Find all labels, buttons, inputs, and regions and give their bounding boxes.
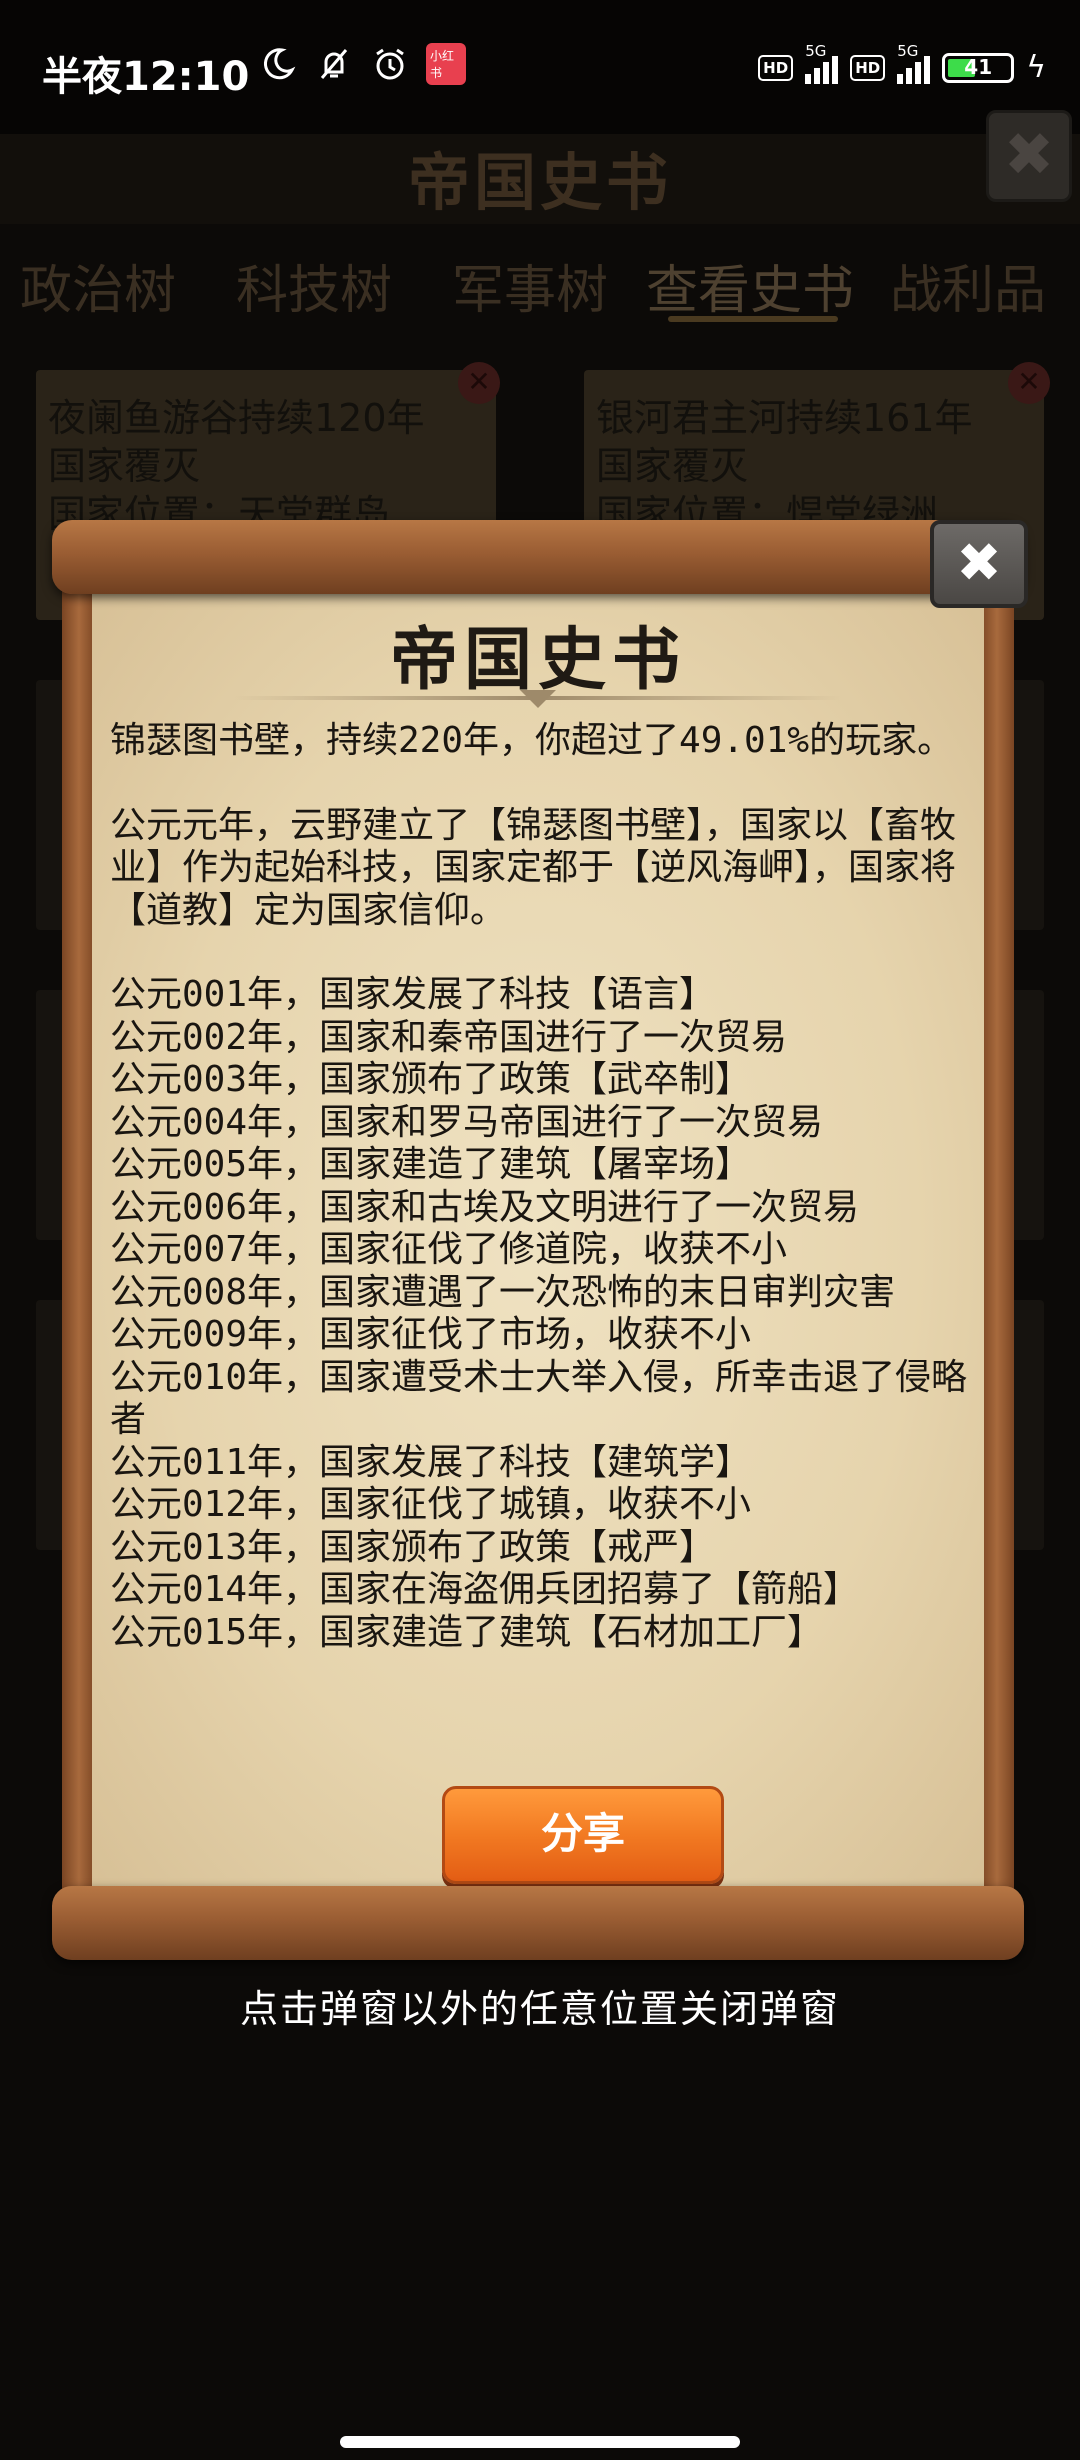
bell-off-icon (314, 44, 354, 84)
history-event: 公元014年，国家在海盗佣兵团招募了【箭船】 (110, 1569, 860, 1610)
tab-loot[interactable]: 战利品 (890, 248, 1046, 323)
card-line: 国家覆灭 (596, 444, 749, 488)
status-bar: 半夜12:10 小红书 HD 5G HD 5G 41 ϟ (0, 0, 1080, 134)
charging-icon: ϟ (1026, 50, 1046, 85)
history-summary: 锦瑟图书壁，持续220年，你超过了49.01%的玩家。 (110, 720, 954, 761)
delete-icon[interactable]: ✕ (1008, 362, 1050, 404)
scroll-rod (62, 560, 96, 1900)
history-event: 公元010年，国家遭受术士大举入侵，所幸击退了侵略者 (110, 1356, 968, 1441)
parchment: 帝国史书 锦瑟图书壁，持续220年，你超过了49.01%的玩家。 公元元年，云野… (92, 580, 984, 1890)
divider-ornament (520, 690, 556, 708)
tab-politics[interactable]: 政治树 (20, 248, 176, 323)
home-indicator[interactable] (340, 2436, 740, 2448)
history-event: 公元003年，国家颁布了政策【武卒制】 (110, 1059, 752, 1100)
history-event: 公元008年，国家遭遇了一次恐怖的末日审判灾害 (110, 1271, 896, 1313)
hd-icon: HD (850, 54, 886, 81)
game-title: 帝国史书 (407, 146, 672, 219)
history-event: 公元009年，国家征伐了市场，收获不小 (110, 1314, 752, 1355)
history-event: 公元002年，国家和秦帝国进行了一次贸易 (110, 1016, 788, 1058)
scroll-bottom-roll (52, 1886, 1024, 1960)
battery-level: 41 (964, 54, 993, 79)
active-tab-indicator (668, 316, 838, 322)
history-event: 公元005年，国家建造了建筑【屠宰场】 (110, 1144, 752, 1185)
card-line: 夜阑鱼游谷持续120年 (48, 396, 425, 440)
tab-military[interactable]: 军事树 (452, 248, 608, 323)
card-line: 国家覆灭 (48, 444, 201, 488)
signal-icon: 5G (897, 42, 931, 84)
history-origin: 公元元年，云野建立了【锦瑟图书壁】，国家以【畜牧业】作为起始科技，国家定都于【逆… (110, 804, 957, 931)
history-event: 公元012年，国家征伐了城镇，收获不小 (110, 1484, 752, 1525)
card-line: 银河君主河持续161年 (596, 396, 973, 440)
history-event: 公元015年，国家建造了建筑【石材加工厂】 (110, 1611, 824, 1653)
history-event: 公元007年，国家征伐了修道院，收获不小 (110, 1229, 788, 1270)
history-text: 锦瑟图书壁，持续220年，你超过了49.01%的玩家。 公元元年，云野建立了【锦… (110, 720, 972, 1654)
signal-icon: 5G (805, 42, 839, 84)
status-time: 半夜12:10 (42, 54, 250, 100)
dismiss-hint: 点击弹窗以外的任意位置关闭弹窗 (239, 1987, 840, 2031)
history-event: 公元013年，国家颁布了政策【戒严】 (110, 1526, 716, 1568)
close-button[interactable]: ✖ (930, 520, 1028, 608)
dialog-title: 帝国史书 (389, 621, 686, 700)
scroll-rod (980, 560, 1014, 1900)
tab-technology[interactable]: 科技树 (236, 248, 392, 323)
app-badge-icon: 小红书 (426, 43, 466, 85)
scroll-top-roll (52, 520, 1024, 594)
delete-icon[interactable]: ✕ (458, 362, 500, 404)
hd-icon: HD (758, 54, 794, 81)
history-event: 公元011年，国家发展了科技【建筑学】 (110, 1441, 752, 1483)
game-close-button[interactable]: ✖ (986, 110, 1072, 202)
alarm-icon (370, 44, 410, 84)
history-event: 公元001年，国家发展了科技【语言】 (110, 974, 716, 1015)
battery-icon: 41 (942, 52, 1015, 83)
history-event: 公元004年，国家和罗马帝国进行了一次贸易 (110, 1101, 824, 1143)
moon-icon (258, 44, 298, 84)
history-dialog: 帝国史书 锦瑟图书壁，持续220年，你超过了49.01%的玩家。 公元元年，云野… (52, 520, 1028, 1960)
share-button[interactable]: 分享 (442, 1786, 724, 1884)
history-event: 公元006年，国家和古埃及文明进行了一次贸易 (110, 1186, 860, 1228)
game-tabs: 政治树 科技树 军事树 查看史书 战利品 (0, 220, 1080, 330)
tab-history[interactable]: 查看史书 (646, 248, 854, 323)
